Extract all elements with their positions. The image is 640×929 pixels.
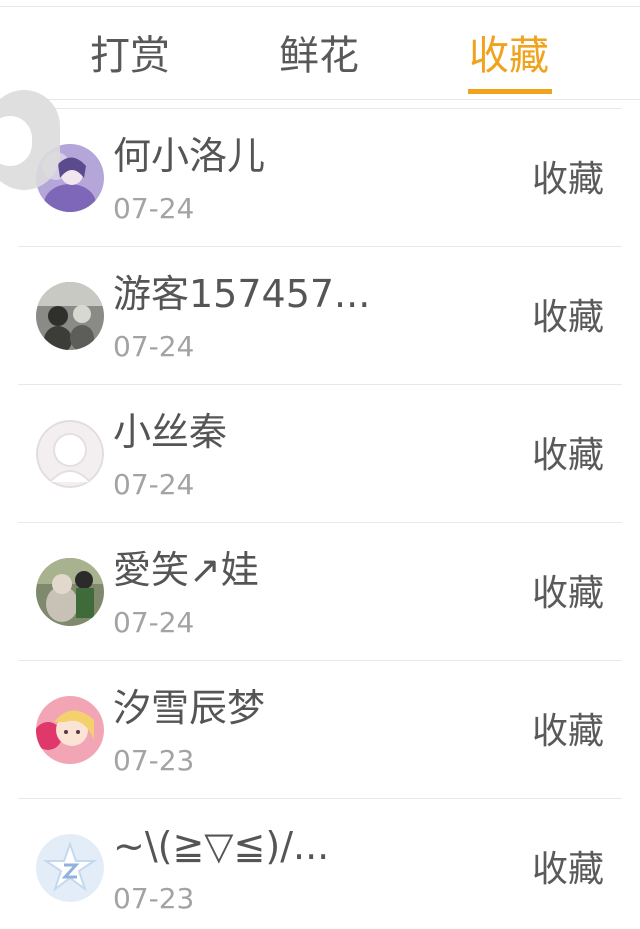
favorite-action-label: 收藏 (531, 849, 604, 890)
item-date: 07-23 (113, 744, 195, 777)
tabs-divider (0, 99, 640, 100)
item-date: 07-24 (113, 606, 195, 639)
avatar[interactable] (36, 696, 104, 764)
row-divider (18, 246, 622, 247)
favorite-action-label: 收藏 (531, 573, 604, 614)
row-divider (18, 108, 622, 109)
reward-list-screen: 打赏 鲜花 收藏 何小洛儿 07-24 收藏 游客157457... 07-24… (0, 0, 640, 929)
list-item[interactable]: 愛笑↗娃 07-24 收藏 (0, 522, 640, 660)
avatar[interactable] (36, 834, 104, 902)
item-date: 07-24 (113, 192, 195, 225)
tab-reward[interactable]: 打赏 (90, 31, 170, 101)
tab-flowers[interactable]: 鲜花 (279, 31, 359, 101)
active-tab-indicator (468, 89, 552, 94)
row-divider (18, 522, 622, 523)
user-name: 游客157457... (113, 272, 371, 316)
row-divider (18, 384, 622, 385)
list-item[interactable]: 汐雪辰梦 07-23 收藏 (0, 660, 640, 798)
list-item[interactable]: 小丝秦 07-24 收藏 (0, 384, 640, 522)
avatar[interactable] (36, 420, 104, 488)
item-date: 07-24 (113, 330, 195, 363)
user-name: 汐雪辰梦 (113, 686, 266, 730)
item-date: 07-24 (113, 468, 195, 501)
avatar[interactable] (36, 282, 104, 350)
user-name: 何小洛儿 (113, 134, 266, 178)
list-item[interactable]: 游客157457... 07-24 收藏 (0, 246, 640, 384)
user-name: ~\(≧▽≦)/... (113, 824, 330, 868)
row-divider (18, 660, 622, 661)
item-date: 07-23 (113, 882, 195, 915)
favorite-action-label: 收藏 (531, 435, 604, 476)
favorite-action-label: 收藏 (531, 711, 604, 752)
list-item[interactable]: ~\(≧▽≦)/... 07-23 收藏 (0, 798, 640, 929)
favorites-list: 何小洛儿 07-24 收藏 游客157457... 07-24 收藏 小丝秦 0… (0, 108, 640, 929)
favorite-action-label: 收藏 (531, 297, 604, 338)
row-divider (18, 798, 622, 799)
user-name: 愛笑↗娃 (113, 548, 259, 592)
tab-bar: 打赏 鲜花 收藏 (0, 7, 640, 99)
list-item[interactable]: 何小洛儿 07-24 收藏 (0, 108, 640, 246)
user-name: 小丝秦 (113, 410, 228, 454)
avatar[interactable] (36, 558, 104, 626)
favorite-action-label: 收藏 (531, 159, 604, 200)
